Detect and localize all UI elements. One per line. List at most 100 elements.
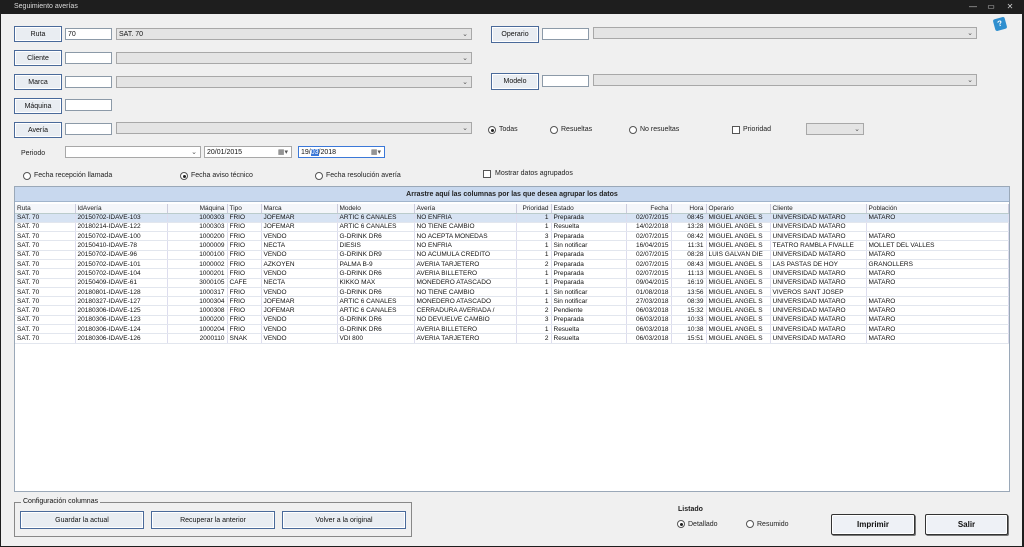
averia-button[interactable]: Avería xyxy=(14,122,62,138)
no-resueltas-radio[interactable] xyxy=(629,126,637,134)
table-cell: MATARO xyxy=(866,268,1009,279)
table-row[interactable]: SAT. 70 20150410-IDAVE-78 1000009 FRIO NECTA… xyxy=(15,240,1009,251)
salir-button[interactable]: Salir xyxy=(925,514,1008,535)
col-tipo[interactable]: Tipo xyxy=(227,204,262,214)
fecha-aviso-radio[interactable] xyxy=(180,172,188,180)
table-cell: 2 xyxy=(516,305,552,316)
ruta-code-input[interactable]: 70 xyxy=(65,28,112,40)
modelo-button[interactable]: Modelo xyxy=(491,73,539,90)
table-cell: SAT. 70 xyxy=(15,213,76,223)
table-row[interactable]: SAT. 70 20150702-IDAVE-104 1000201 FRIO VEND… xyxy=(15,268,1009,279)
table-row[interactable]: SAT. 70 20150702-IDAVE-96 1000100 FRIO VENDO… xyxy=(15,250,1009,261)
marca-code-input[interactable] xyxy=(65,76,112,88)
table-row[interactable]: SAT. 70 20150702-IDAVE-100 1000200 FRIO VEND… xyxy=(15,231,1009,242)
table-cell: VENDO xyxy=(261,250,338,261)
averias-grid[interactable]: Arrastre aquí las columnas por las que d… xyxy=(14,186,1010,492)
cliente-button[interactable]: Cliente xyxy=(14,50,62,66)
imprimir-button[interactable]: Imprimir xyxy=(831,514,915,535)
prioridad-label: Prioridad xyxy=(743,126,772,133)
table-row[interactable]: SAT. 70 20150702-IDAVE-103 1000303 FRIO JOFE… xyxy=(15,213,1009,223)
table-row[interactable]: SAT. 70 20180306-IDAVE-124 1000204 FRIO VEND… xyxy=(15,324,1009,335)
col-averia[interactable]: Avería xyxy=(414,204,517,214)
col-ruta[interactable]: Ruta xyxy=(15,204,76,214)
table-cell: VENDO xyxy=(261,268,338,279)
col-fecha[interactable]: Fecha xyxy=(626,204,672,214)
fecha-recepcion-label: Fecha recepción llamada xyxy=(34,172,113,179)
col-estado[interactable]: Estado xyxy=(551,204,627,214)
table-cell: UNIVERSIDAD MATARO xyxy=(770,333,867,344)
periodo-combo[interactable]: ⌄ xyxy=(65,146,201,158)
maquina-button[interactable]: Máquina xyxy=(14,98,62,114)
table-cell: MATARO xyxy=(866,315,1009,326)
table-cell: FRIO xyxy=(227,213,262,223)
table-cell: 08:43 xyxy=(671,259,707,270)
cliente-code-input[interactable] xyxy=(65,52,112,64)
col-cliente[interactable]: Cliente xyxy=(770,204,867,214)
table-row[interactable]: SAT. 70 20150702-IDAVE-101 1000002 FRIO AZKO… xyxy=(15,259,1009,270)
operario-combo[interactable]: ⌄ xyxy=(593,27,977,39)
group-by-area[interactable]: Arrastre aquí las columnas por las que d… xyxy=(15,187,1009,202)
table-cell: 15:51 xyxy=(671,333,707,344)
fecha-recepcion-radio[interactable] xyxy=(23,172,31,180)
table-cell: 09/04/2015 xyxy=(626,278,672,288)
marca-combo[interactable]: ⌄ xyxy=(116,76,472,88)
resueltas-label: Resueltas xyxy=(561,126,593,133)
table-row[interactable]: SAT. 70 20180327-IDAVE-127 1000304 FRIO JOFE… xyxy=(15,296,1009,307)
detallado-radio[interactable] xyxy=(677,520,685,528)
col-hora[interactable]: Hora xyxy=(671,204,707,214)
table-cell: 20180327-IDAVE-127 xyxy=(75,296,168,307)
table-cell: 20180306-IDAVE-123 xyxy=(75,315,168,326)
table-row[interactable]: SAT. 70 20180801-IDAVE-128 1000317 FRIO VEND… xyxy=(15,287,1009,298)
table-row[interactable]: SAT. 70 20180306-IDAVE-123 1000200 FRIO VEND… xyxy=(15,315,1009,326)
fecha-desde-value: 20/01/2015 xyxy=(207,148,243,156)
fecha-desde-picker[interactable]: 20/01/2015 ▦▾ xyxy=(204,146,292,158)
col-marca[interactable]: Marca xyxy=(261,204,338,214)
close-icon[interactable]: ✕ xyxy=(1003,1,1017,13)
col-maquina[interactable]: Máquina xyxy=(167,204,228,214)
table-row[interactable]: SAT. 70 20180306-IDAVE-126 2000110 SNAK VEND… xyxy=(15,333,1009,344)
recuperar-anterior-button[interactable]: Recuperar la anterior xyxy=(151,511,275,529)
table-cell: 1000200 xyxy=(167,231,228,242)
table-row[interactable]: SAT. 70 20150409-IDAVE-61 3000105 CAFE NECTA… xyxy=(15,278,1009,288)
table-cell: 1 xyxy=(516,222,552,233)
averia-code-input[interactable] xyxy=(65,123,112,135)
ruta-button[interactable]: Ruta xyxy=(14,26,62,42)
table-cell: 10:38 xyxy=(671,324,707,335)
averia-combo[interactable]: ⌄ xyxy=(116,122,472,134)
table-row[interactable]: SAT. 70 20180306-IDAVE-125 1000308 FRIO JOFE… xyxy=(15,305,1009,316)
table-cell: MIGUEL ANGEL S xyxy=(706,240,771,251)
prioridad-checkbox[interactable] xyxy=(732,126,740,134)
minimize-icon[interactable]: — xyxy=(966,1,980,13)
marca-button[interactable]: Marca xyxy=(14,74,62,90)
prioridad-combo[interactable]: ⌄ xyxy=(806,123,864,135)
calendar-icon[interactable]: ▦▾ xyxy=(278,148,288,156)
table-cell: MATARO xyxy=(866,324,1009,335)
help-icon[interactable]: ? xyxy=(992,16,1008,32)
col-prioridad[interactable]: Prioridad xyxy=(516,204,552,214)
calendar-icon[interactable]: ▦▾ xyxy=(371,148,381,156)
fecha-hasta-month[interactable]: 03 xyxy=(310,148,319,156)
col-idaveria[interactable]: IdAvería xyxy=(75,204,168,214)
agrupados-checkbox[interactable] xyxy=(483,170,491,178)
guardar-actual-button[interactable]: Guardar la actual xyxy=(20,511,144,529)
fecha-resolucion-radio[interactable] xyxy=(315,172,323,180)
resueltas-radio[interactable] xyxy=(550,126,558,134)
cliente-combo[interactable]: ⌄ xyxy=(116,52,472,64)
col-poblacion[interactable]: Población xyxy=(866,204,1009,214)
config-columnas-group: Configuración columnas Guardar la actual… xyxy=(14,498,412,537)
modelo-code-input[interactable] xyxy=(542,75,589,87)
operario-button[interactable]: Operario xyxy=(491,26,539,43)
table-row[interactable]: SAT. 70 20180214-IDAVE-122 1000303 FRIO JOFE… xyxy=(15,222,1009,233)
resumido-radio[interactable] xyxy=(746,520,754,528)
fecha-hasta-picker[interactable]: 19/03/2018 ▦▾ xyxy=(298,146,385,158)
col-operario[interactable]: Operario xyxy=(706,204,771,214)
ruta-combo[interactable]: SAT. 70 ⌄ xyxy=(116,28,472,40)
todas-radio[interactable] xyxy=(488,126,496,134)
col-modelo[interactable]: Modelo xyxy=(337,204,415,214)
operario-code-input[interactable] xyxy=(542,28,589,40)
table-cell: MATARO xyxy=(866,231,1009,242)
maximize-icon[interactable]: ▭ xyxy=(984,1,998,13)
volver-original-button[interactable]: Volver a la original xyxy=(282,511,406,529)
modelo-combo[interactable]: ⌄ xyxy=(593,74,977,86)
maquina-code-input[interactable] xyxy=(65,99,112,111)
